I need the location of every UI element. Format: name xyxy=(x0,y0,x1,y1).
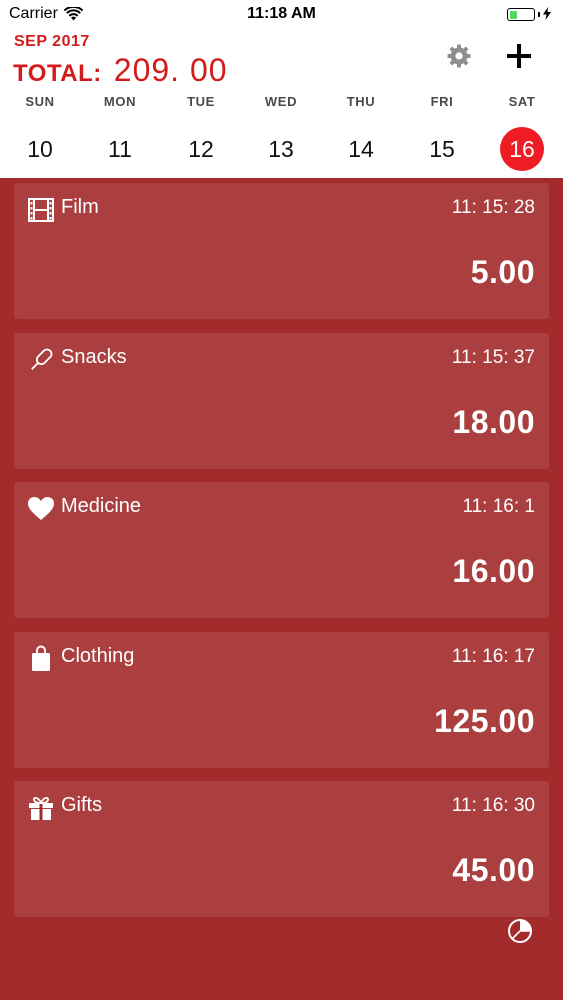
day-name: WED xyxy=(264,94,298,109)
chart-button[interactable] xyxy=(505,918,535,948)
battery-level xyxy=(509,10,517,19)
day-number[interactable]: 10 xyxy=(18,127,62,171)
expense-card-medicine[interactable]: Medicine 11: 16: 1 16.00 xyxy=(14,482,549,618)
selected-day-number[interactable]: 16 xyxy=(500,127,544,171)
total-label: TOTAL: xyxy=(13,60,102,87)
expense-amount: 16.00 xyxy=(452,553,535,589)
pie-chart-icon xyxy=(507,918,533,949)
add-expense-button[interactable] xyxy=(503,40,535,76)
expense-category: Medicine xyxy=(61,495,142,517)
day-number[interactable]: 12 xyxy=(179,127,223,171)
day-number[interactable]: 14 xyxy=(339,127,383,171)
expense-card-clothing[interactable]: Clothing 11: 16: 17 125.00 xyxy=(14,632,549,768)
month-label[interactable]: SEP 2017 xyxy=(14,33,90,51)
total-summary: TOTAL: 209. 00 xyxy=(13,52,228,89)
day-thu[interactable]: THU 14 xyxy=(326,94,396,171)
expense-amount: 18.00 xyxy=(452,404,535,440)
heart-icon xyxy=(27,495,55,523)
expense-category: Clothing xyxy=(61,645,135,667)
day-fri[interactable]: FRI 15 xyxy=(407,94,477,171)
day-tue[interactable]: TUE 12 xyxy=(166,94,236,171)
expense-amount: 125.00 xyxy=(434,703,535,739)
shopping-bag-icon xyxy=(27,645,55,673)
day-name: SUN xyxy=(25,94,55,109)
expense-category: Film xyxy=(61,196,99,218)
day-number[interactable]: 13 xyxy=(259,127,303,171)
expense-category: Snacks xyxy=(61,346,127,368)
status-time: 11:18 AM xyxy=(247,5,316,22)
total-value: 209. 00 xyxy=(113,52,228,88)
day-name: THU xyxy=(346,94,376,109)
expense-time: 11: 15: 28 xyxy=(451,197,535,218)
expense-card-snacks[interactable]: Snacks 11: 15: 37 18.00 xyxy=(14,333,549,469)
expense-time: 11: 16: 30 xyxy=(451,795,535,816)
day-sat[interactable]: SAT 16 xyxy=(487,94,557,171)
settings-button[interactable] xyxy=(444,43,474,73)
day-name: SAT xyxy=(508,94,536,109)
bolt-icon xyxy=(543,7,551,22)
expense-time: 11: 15: 37 xyxy=(451,347,535,368)
day-wed[interactable]: WED 13 xyxy=(246,94,316,171)
expense-amount: 5.00 xyxy=(470,254,535,290)
battery-icon xyxy=(507,8,535,21)
expense-card-gifts[interactable]: Gifts 11: 16: 30 45.00 xyxy=(14,781,549,917)
day-name: FRI xyxy=(430,94,454,109)
film-icon xyxy=(27,196,55,224)
battery-indicator xyxy=(507,7,551,22)
battery-cap xyxy=(538,12,540,17)
expense-list: Film 11: 15: 28 5.00 Snacks 11: 15: 37 18.00 M… xyxy=(0,178,563,1000)
day-sun[interactable]: SUN 10 xyxy=(5,94,75,171)
popsicle-icon xyxy=(27,346,55,374)
expense-time: 11: 16: 17 xyxy=(451,646,535,667)
day-mon[interactable]: MON 11 xyxy=(85,94,155,171)
gift-icon xyxy=(27,794,55,822)
week-selector: SUN 10 MON 11 TUE 12 WED 13 THU 14 FRI 15 SAT 16 xyxy=(0,94,563,178)
expense-time: 11: 16: 1 xyxy=(462,496,535,517)
gear-icon xyxy=(446,43,472,74)
day-name: MON xyxy=(103,94,137,109)
status-bar: Carrier 11:18 AM xyxy=(0,0,563,30)
expense-category: Gifts xyxy=(61,794,103,816)
expense-card-film[interactable]: Film 11: 15: 28 5.00 xyxy=(14,183,549,319)
day-number[interactable]: 15 xyxy=(420,127,464,171)
day-name: TUE xyxy=(187,94,215,109)
day-number[interactable]: 11 xyxy=(98,127,142,171)
expense-amount: 45.00 xyxy=(452,852,535,888)
plus-icon xyxy=(506,43,532,74)
